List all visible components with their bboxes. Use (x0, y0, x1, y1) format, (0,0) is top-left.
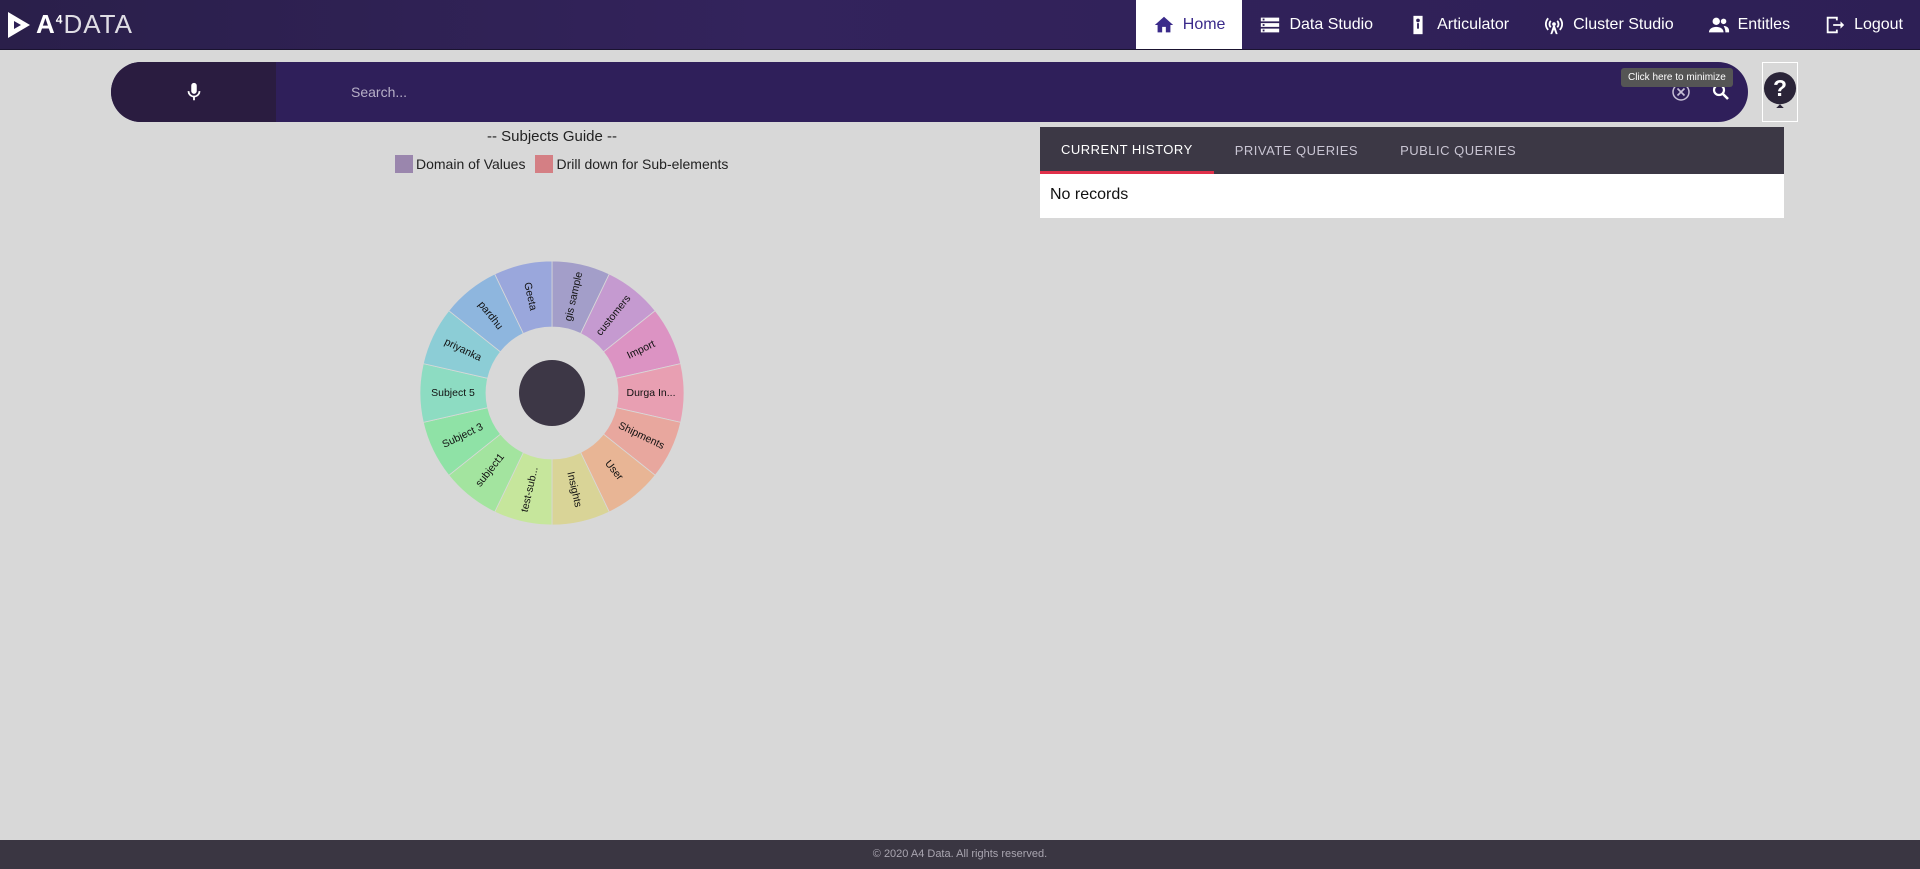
svg-text:?: ? (1773, 75, 1787, 101)
legend-swatch-drill-down (535, 155, 554, 173)
voice-search-button[interactable] (111, 62, 276, 122)
nav-entitles-label: Entitles (1737, 15, 1791, 33)
logo-play-icon (8, 11, 30, 38)
database-icon (1261, 17, 1280, 32)
tab-public-queries[interactable]: PUBLIC QUERIES (1379, 127, 1537, 174)
logout-icon (1826, 16, 1845, 33)
help-question-icon: ? (1763, 72, 1797, 109)
nav-data-studio-label: Data Studio (1289, 15, 1374, 33)
legend-label-drill-down: Drill down for Sub-elements (556, 156, 729, 172)
nav-logout[interactable]: Logout (1807, 0, 1920, 49)
logo-text: A4DATA (36, 9, 133, 39)
footer-copyright: © 2020 A4 Data. All rights reserved. (0, 840, 1920, 869)
microphone-icon (187, 82, 200, 101)
nav-home-label: Home (1182, 15, 1226, 33)
home-icon (1154, 16, 1173, 32)
history-tabs: CURRENT HISTORY PRIVATE QUERIES PUBLIC Q… (1040, 127, 1784, 174)
nav-home[interactable]: Home (1135, 0, 1243, 49)
tab-private-queries[interactable]: PRIVATE QUERIES (1214, 127, 1379, 174)
search-bar (111, 62, 1748, 122)
legend-domain-of-values: Domain of Values (395, 155, 525, 173)
nav-cluster-studio[interactable]: Cluster Studio (1526, 0, 1691, 49)
nav-logout-label: Logout (1854, 15, 1903, 33)
main-nav: Home Data Studio Articulator Cluster Stu… (1135, 0, 1920, 49)
a4data-logo[interactable]: A4DATA (6, 9, 133, 40)
legend-swatch-domain (395, 155, 413, 173)
query-history-panel: CURRENT HISTORY PRIVATE QUERIES PUBLIC Q… (1040, 127, 1784, 218)
tab-current-history[interactable]: CURRENT HISTORY (1040, 127, 1214, 174)
articulator-icon (1413, 15, 1423, 34)
nav-articulator-label: Articulator (1437, 15, 1510, 33)
nav-entitles[interactable]: Entitles (1691, 0, 1807, 49)
antenna-icon (1545, 17, 1564, 34)
subjects-guide-title: -- Subjects Guide -- (486, 128, 618, 145)
nav-data-studio[interactable]: Data Studio (1242, 0, 1390, 49)
nav-articulator[interactable]: Articulator (1390, 0, 1526, 49)
legend-label-domain: Domain of Values (416, 156, 526, 172)
search-input[interactable] (351, 80, 1651, 104)
sunburst-segment-label: Subject 5 (431, 387, 475, 399)
history-empty-message: No records (1040, 174, 1784, 218)
sunburst-center-button[interactable] (519, 360, 585, 426)
top-navbar: A4DATA Home Data Studio Articulator Clus… (0, 0, 1920, 50)
help-button[interactable]: ? (1762, 62, 1798, 122)
legend-drill-down: Drill down for Sub-elements (535, 155, 728, 173)
nav-cluster-studio-label: Cluster Studio (1573, 15, 1674, 33)
people-icon (1708, 17, 1729, 32)
subjects-sunburst[interactable]: gis sample customersImportDurga In...Ship… (414, 255, 690, 531)
subjects-legend: Domain of Values Drill down for Sub-elem… (395, 155, 728, 173)
sunburst-segment-label: Durga In... (626, 387, 675, 399)
minimize-tooltip: Click here to minimize (1621, 68, 1733, 87)
